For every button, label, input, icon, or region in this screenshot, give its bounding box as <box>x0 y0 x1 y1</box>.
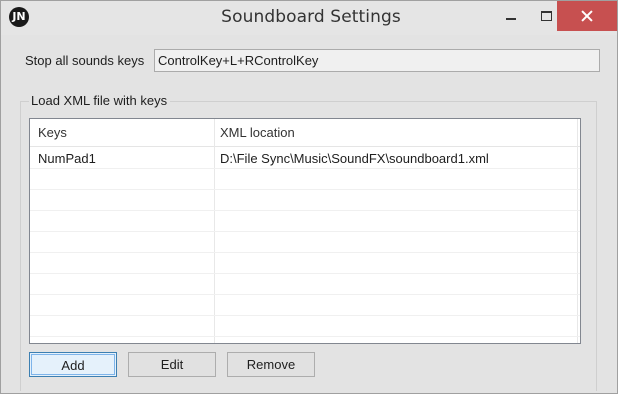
close-button[interactable] <box>557 1 617 31</box>
title-bar[interactable]: JN Soundboard Settings <box>1 1 617 35</box>
settings-window: JN Soundboard Settings Stop all sounds k… <box>0 0 618 394</box>
column-header-xml-location[interactable]: XML location <box>220 125 295 140</box>
empty-row <box>30 210 580 232</box>
add-button-label: Add <box>31 354 115 375</box>
list-row[interactable]: NumPad1 D:\File Sync\Music\SoundFX\sound… <box>30 147 580 169</box>
window-title: Soundboard Settings <box>221 7 401 27</box>
row-keys-cell: NumPad1 <box>38 151 96 166</box>
empty-row <box>30 252 580 274</box>
close-icon <box>581 10 593 22</box>
empty-row <box>30 315 580 337</box>
stop-keys-field[interactable]: ControlKey+L+RControlKey <box>154 49 600 72</box>
empty-row <box>30 273 580 295</box>
empty-row <box>30 168 580 190</box>
row-location-cell: D:\File Sync\Music\SoundFX\soundboard1.x… <box>220 151 489 166</box>
keys-list-view[interactable]: Keys XML location NumPad1 D:\File Sync\M… <box>29 118 581 344</box>
app-logo-icon[interactable]: JN <box>9 7 29 27</box>
xml-group-legend: Load XML file with keys <box>29 93 171 108</box>
list-header: Keys XML location <box>30 119 580 147</box>
empty-row <box>30 231 580 253</box>
edit-button[interactable]: Edit <box>128 352 216 377</box>
remove-button[interactable]: Remove <box>227 352 315 377</box>
empty-row <box>30 189 580 211</box>
stop-keys-label: Stop all sounds keys <box>25 53 145 68</box>
column-header-keys[interactable]: Keys <box>38 125 67 140</box>
empty-row <box>30 294 580 316</box>
add-button[interactable]: Add <box>29 352 117 377</box>
maximize-icon <box>540 11 552 21</box>
minimize-icon <box>506 18 516 20</box>
